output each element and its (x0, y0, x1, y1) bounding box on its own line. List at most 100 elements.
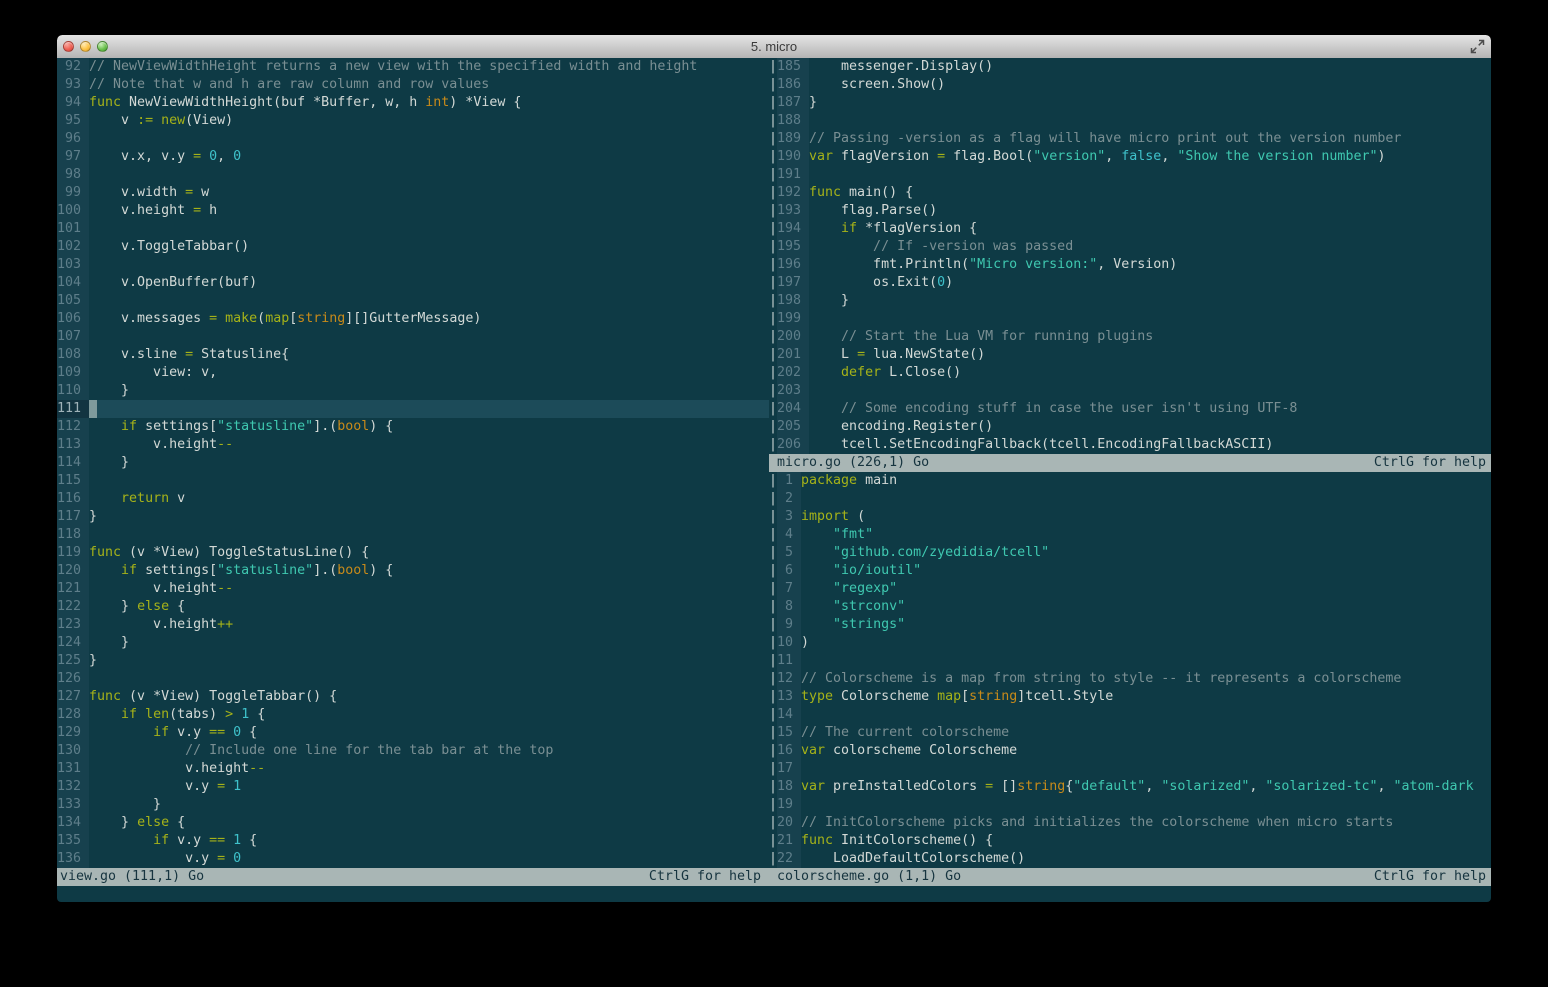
window-titlebar[interactable]: 5. micro (57, 35, 1491, 59)
line-number: 133 (57, 796, 89, 814)
code-line: 16var colorscheme Colorscheme (777, 742, 1491, 760)
code-line: 130 // Include one line for the tab bar … (57, 742, 769, 760)
code-line: 94func NewViewWidthHeight(buf *Buffer, w… (57, 94, 769, 112)
code-text: L = lua.NewState() (809, 346, 1491, 364)
code-text: } (89, 634, 769, 652)
line-number: 129 (57, 724, 89, 742)
terminal-window[interactable]: 5. micro 92// NewViewWidthHeight returns… (57, 35, 1491, 902)
line-number: 111 (57, 400, 89, 418)
code-line: 186 screen.Show() (777, 76, 1491, 94)
code-text: } (89, 454, 769, 472)
line-number: 5 (777, 544, 801, 562)
code-text: } else { (89, 814, 769, 832)
line-number: 103 (57, 256, 89, 274)
line-number: 124 (57, 634, 89, 652)
code-text (809, 382, 1491, 400)
code-text: // Include one line for the tab bar at t… (89, 742, 769, 760)
code-text: "regexp" (801, 580, 1491, 598)
line-number: 8 (777, 598, 801, 616)
code-line: 188 (777, 112, 1491, 130)
statusline-help-hint: CtrlG for help (649, 868, 761, 886)
fullscreen-icon[interactable] (1470, 39, 1485, 54)
code-text: encoding.Register() (809, 418, 1491, 436)
line-number: 96 (57, 130, 89, 148)
code-line: 203 (777, 382, 1491, 400)
code-line: 98 (57, 166, 769, 184)
code-text: // Colorscheme is a map from string to s… (801, 670, 1491, 688)
code-text: view: v, (89, 364, 769, 382)
line-number: 206 (777, 436, 809, 454)
line-number: 113 (57, 436, 89, 454)
line-number: 4 (777, 526, 801, 544)
editor-pane-view-go[interactable]: 92// NewViewWidthHeight returns a new vi… (57, 58, 769, 868)
code-line: 195 // If -version was passed (777, 238, 1491, 256)
line-number: 94 (57, 94, 89, 112)
code-text: var colorscheme Colorscheme (801, 742, 1491, 760)
code-line: 7 "regexp" (777, 580, 1491, 598)
code-text (89, 472, 769, 490)
line-number: 107 (57, 328, 89, 346)
code-line: 116 return v (57, 490, 769, 508)
code-text (89, 220, 769, 238)
code-line: 200 // Start the Lua VM for running plug… (777, 328, 1491, 346)
code-line: 3import ( (777, 508, 1491, 526)
code-line: 103 (57, 256, 769, 274)
code-text (809, 166, 1491, 184)
code-text (89, 328, 769, 346)
code-line: 112 if settings["statusline"].(bool) { (57, 418, 769, 436)
code-line: 100 v.height = h (57, 202, 769, 220)
line-number: 9 (777, 616, 801, 634)
code-line: 194 if *flagVersion { (777, 220, 1491, 238)
code-line: 110 } (57, 382, 769, 400)
code-line: 198 } (777, 292, 1491, 310)
code-text: // Start the Lua VM for running plugins (809, 328, 1491, 346)
code-line: 202 defer L.Close() (777, 364, 1491, 382)
code-text: } (809, 292, 1491, 310)
code-text: return v (89, 490, 769, 508)
code-text: v.y = 1 (89, 778, 769, 796)
line-number: 199 (777, 310, 809, 328)
code-text (801, 490, 1491, 508)
line-number: 204 (777, 400, 809, 418)
line-number: 106 (57, 310, 89, 328)
code-line: 106 v.messages = make(map[string][]Gutte… (57, 310, 769, 328)
code-line: 190var flagVersion = flag.Bool("version"… (777, 148, 1491, 166)
line-number: 3 (777, 508, 801, 526)
statusline-file-info: view.go (111,1) Go (60, 868, 204, 886)
code-text: "github.com/zyedidia/tcell" (801, 544, 1491, 562)
line-number: 127 (57, 688, 89, 706)
code-line: 196 fmt.Println("Micro version:", Versio… (777, 256, 1491, 274)
code-text (809, 112, 1491, 130)
code-line: 206 tcell.SetEncodingFallback(tcell.Enco… (777, 436, 1491, 454)
code-text: } (89, 508, 769, 526)
code-text: "strings" (801, 616, 1491, 634)
code-line: 205 encoding.Register() (777, 418, 1491, 436)
editor-pane-micro-go[interactable]: 185 messenger.Display()186 screen.Show()… (777, 58, 1491, 454)
code-text: if v.y == 1 { (89, 832, 769, 850)
line-number: 10 (777, 634, 801, 652)
code-text: func NewViewWidthHeight(buf *Buffer, w, … (89, 94, 769, 112)
editor-pane-colorscheme-go[interactable]: 1package main23import (4 "fmt"5 "github.… (777, 472, 1491, 868)
line-number: 194 (777, 220, 809, 238)
code-line: 123 v.height++ (57, 616, 769, 634)
line-number: 22 (777, 850, 801, 868)
code-text: screen.Show() (809, 76, 1491, 94)
code-text: fmt.Println("Micro version:", Version) (809, 256, 1491, 274)
desktop: { "window": { "title": "5. micro" }, "co… (0, 0, 1548, 987)
code-text (89, 256, 769, 274)
line-number: 102 (57, 238, 89, 256)
code-text: func (v *View) ToggleStatusLine() { (89, 544, 769, 562)
code-line: 133 } (57, 796, 769, 814)
code-line: 4 "fmt" (777, 526, 1491, 544)
code-line: 97 v.x, v.y = 0, 0 (57, 148, 769, 166)
line-number: 132 (57, 778, 89, 796)
code-line: 120 if settings["statusline"].(bool) { (57, 562, 769, 580)
code-text: messenger.Display() (809, 58, 1491, 76)
line-number: 17 (777, 760, 801, 778)
line-number: 121 (57, 580, 89, 598)
line-number: 135 (57, 832, 89, 850)
code-line: 191 (777, 166, 1491, 184)
line-number: 20 (777, 814, 801, 832)
line-number: 104 (57, 274, 89, 292)
code-text: } (89, 796, 769, 814)
